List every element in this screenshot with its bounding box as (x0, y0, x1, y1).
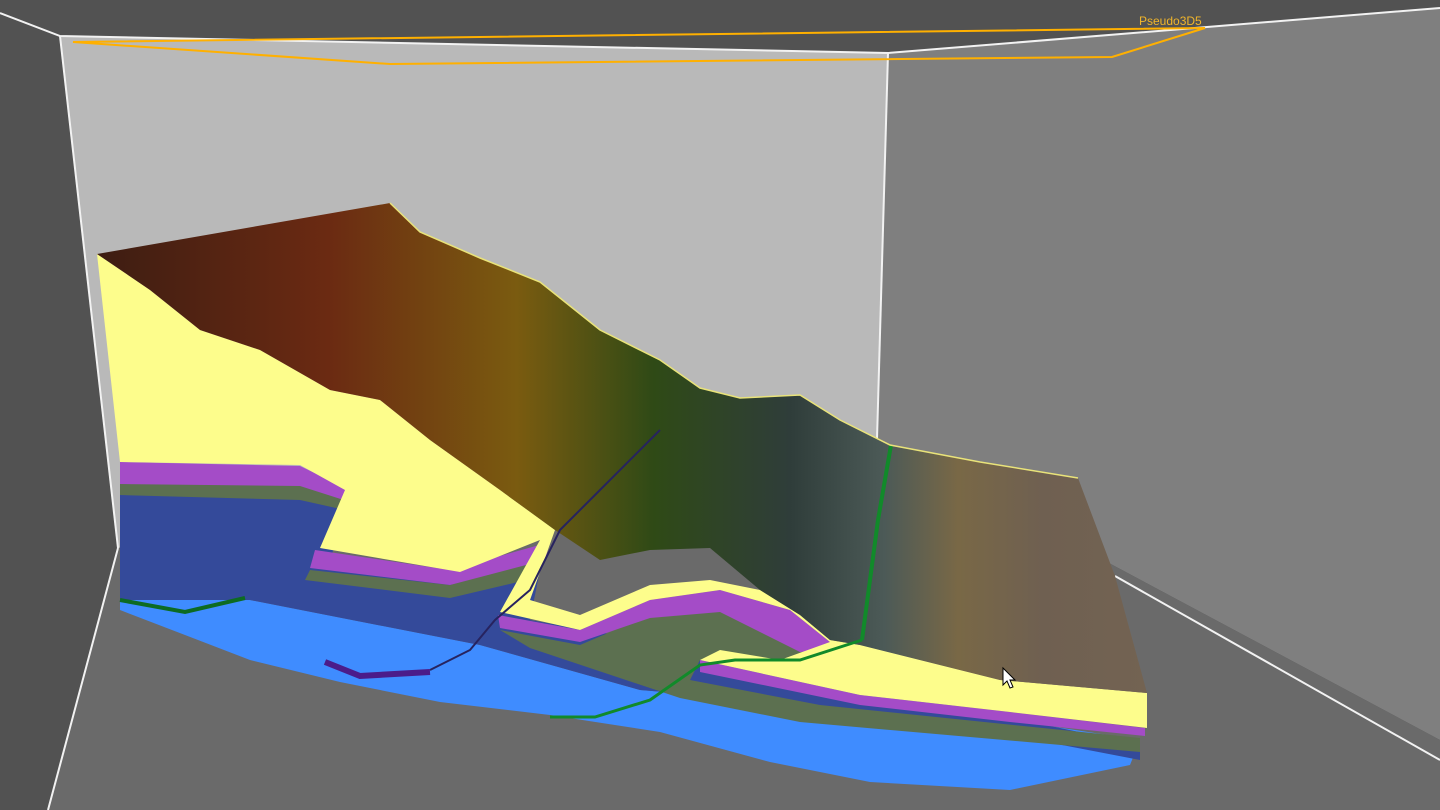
selection-label: Pseudo3D5 (1139, 14, 1202, 28)
3d-viewport[interactable]: Pseudo3D5 (0, 0, 1440, 810)
scene-canvas[interactable] (0, 0, 1440, 810)
